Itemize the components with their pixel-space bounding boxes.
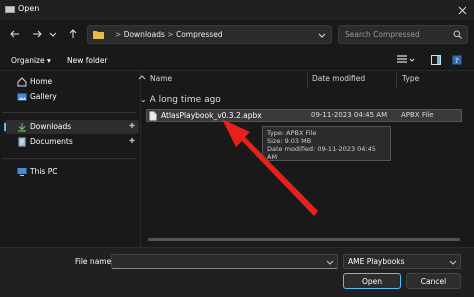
cancel-button[interactable]: Cancel [406,273,461,289]
chevron-down-icon [449,258,457,268]
chevron-down-icon[interactable] [326,258,334,268]
file-type-value: AME Playbooks [348,257,405,266]
file-type-select[interactable]: AME Playbooks [343,254,461,269]
file-name-label: File name: [75,257,114,266]
file-name-field[interactable] [111,254,338,269]
open-button[interactable]: Open [343,273,401,289]
horizontal-scrollbar[interactable] [148,238,460,241]
